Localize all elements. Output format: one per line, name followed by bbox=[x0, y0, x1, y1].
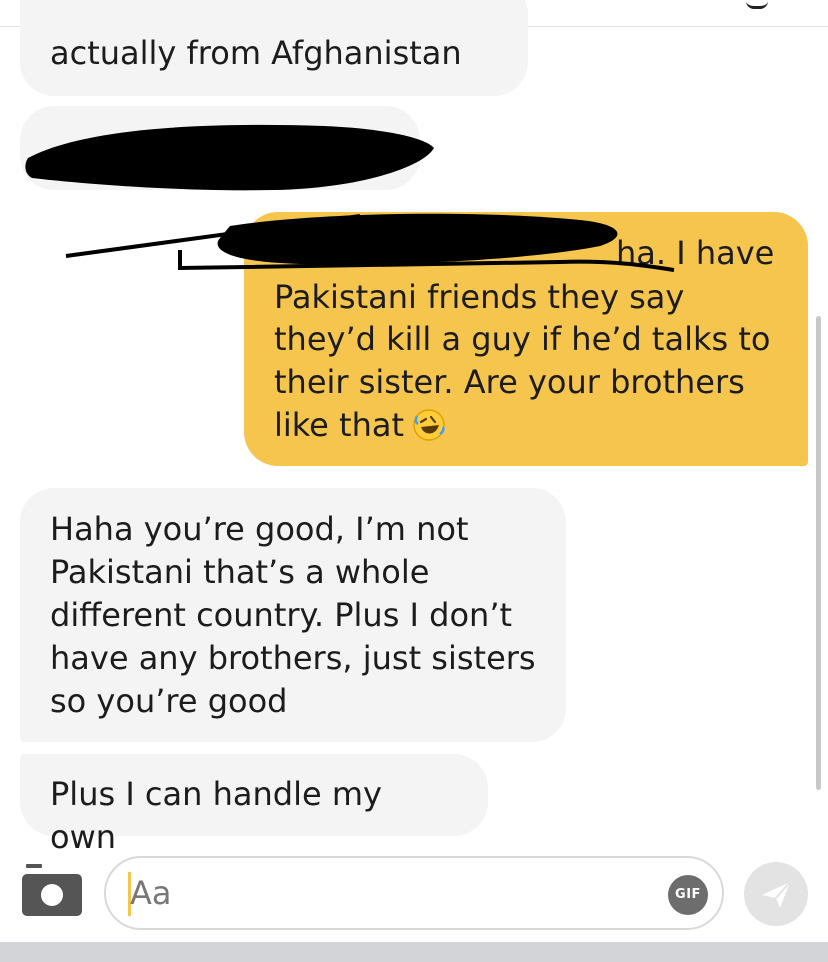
message-input[interactable] bbox=[130, 870, 650, 916]
rolling-on-floor-laughing-icon bbox=[413, 409, 445, 441]
message-bubble-incoming[interactable]: actually from Afghanistan bbox=[20, 0, 528, 96]
redaction-scribble bbox=[25, 124, 434, 191]
camera-icon[interactable] bbox=[22, 864, 82, 916]
message-bubble-incoming[interactable]: Haha you’re good, I’m not Pakistani that… bbox=[20, 488, 566, 742]
message-text: they’d kill a guy if he’d talks to their… bbox=[274, 318, 794, 447]
message-text-body: they’d kill a guy if he’d talks to their… bbox=[274, 320, 771, 444]
send-icon bbox=[762, 881, 791, 908]
send-button[interactable] bbox=[744, 862, 808, 926]
redaction-scribble bbox=[65, 213, 675, 272]
header-icon[interactable] bbox=[746, 0, 768, 9]
bottom-bar bbox=[0, 942, 828, 962]
message-bubble-incoming[interactable]: Plus I can handle my own bbox=[20, 754, 488, 856]
message-input-container[interactable]: GIF bbox=[104, 856, 724, 930]
gif-button[interactable]: GIF bbox=[668, 875, 708, 915]
chat-screen: actually from Afghanistan ha. I have Pak… bbox=[0, 0, 828, 962]
scrollbar[interactable] bbox=[816, 316, 821, 790]
